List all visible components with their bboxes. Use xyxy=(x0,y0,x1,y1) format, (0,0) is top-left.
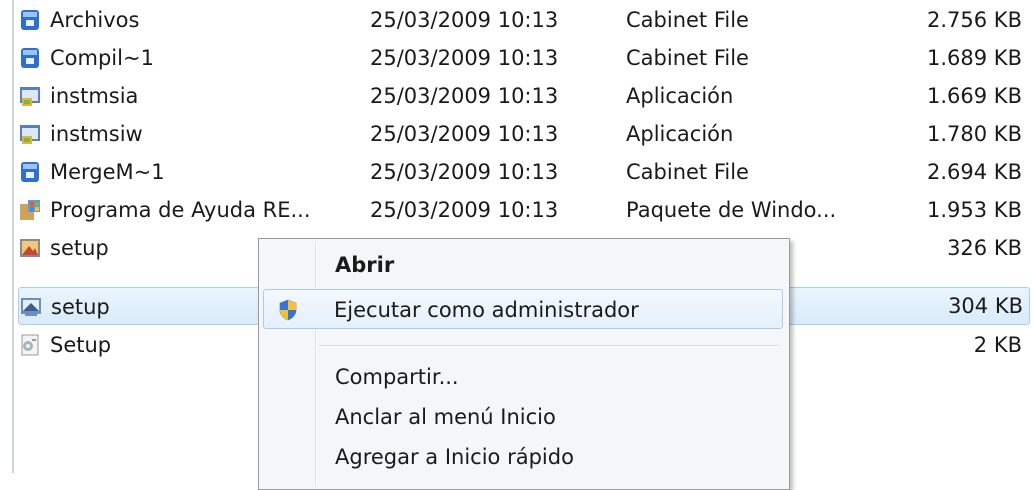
menu-item-anclar-menu-inicio[interactable]: Anclar al menú Inicio xyxy=(261,397,785,437)
setup-app-icon xyxy=(21,298,41,316)
windows-installer-package-icon xyxy=(20,200,40,220)
menu-item-abrir[interactable]: Abrir xyxy=(261,245,785,285)
file-size: 2.756 KB xyxy=(927,8,1022,32)
file-date: 25/03/2009 10:13 xyxy=(370,8,559,32)
setup-image-icon xyxy=(20,239,40,257)
file-date: 25/03/2009 10:13 xyxy=(370,122,559,146)
menu-item-agregar-inicio-rapido[interactable]: Agregar a Inicio rápido xyxy=(261,437,785,477)
file-type: Aplicación xyxy=(626,84,734,108)
file-row-instmsia[interactable]: instmsia 25/03/2009 10:13 Aplicación 1.6… xyxy=(18,77,1030,115)
file-date: 25/03/2009 10:13 xyxy=(370,46,559,70)
file-row-mergem[interactable]: MergeM~1 25/03/2009 10:13 Cabinet File 2… xyxy=(18,153,1030,191)
file-name: instmsia xyxy=(50,84,139,108)
file-type: Aplicación xyxy=(626,122,734,146)
file-row-archivos[interactable]: Archivos 25/03/2009 10:13 Cabinet File 2… xyxy=(18,1,1030,39)
file-name: instmsiw xyxy=(50,122,143,146)
menu-item-compartir[interactable]: Compartir... xyxy=(261,357,785,397)
file-name: Compil~1 xyxy=(50,46,154,70)
file-name: setup xyxy=(51,295,110,319)
menu-item-ejecutar-como-administrador[interactable]: Ejecutar como administrador xyxy=(263,289,783,329)
file-type: Cabinet File xyxy=(626,46,749,70)
file-type: Cabinet File xyxy=(626,8,749,32)
cabinet-file-icon xyxy=(21,162,39,182)
file-row-programa-ayuda[interactable]: Programa de Ayuda RE... 25/03/2009 10:13… xyxy=(18,191,1030,229)
file-name: Archivos xyxy=(50,8,140,32)
file-size: 1.953 KB xyxy=(927,198,1022,222)
uac-shield-icon xyxy=(279,299,297,321)
file-size: 326 KB xyxy=(947,236,1022,260)
file-size: 304 KB xyxy=(948,294,1023,318)
file-date: 25/03/2009 10:13 xyxy=(370,160,559,184)
menu-item-label: Agregar a Inicio rápido xyxy=(335,445,574,469)
menu-item-label: Compartir... xyxy=(335,365,459,389)
file-size: 2.694 KB xyxy=(927,160,1022,184)
file-type: Cabinet File xyxy=(626,160,749,184)
pane-border xyxy=(12,0,14,473)
file-size: 1.780 KB xyxy=(927,122,1022,146)
cabinet-file-icon xyxy=(21,10,39,30)
cabinet-file-icon xyxy=(21,48,39,68)
menu-item-label: Abrir xyxy=(335,253,395,277)
config-settings-icon xyxy=(21,334,39,356)
file-date: 25/03/2009 10:13 xyxy=(370,84,559,108)
context-menu: Abrir Ejecutar como administrador Compar… xyxy=(258,238,790,490)
file-date: 25/03/2009 10:13 xyxy=(370,198,559,222)
file-name: MergeM~1 xyxy=(50,160,165,184)
file-name: Setup xyxy=(50,333,112,357)
file-row-compil[interactable]: Compil~1 25/03/2009 10:13 Cabinet File 1… xyxy=(18,39,1030,77)
installer-app-icon xyxy=(20,125,40,144)
installer-app-icon xyxy=(20,87,40,106)
file-name: Programa de Ayuda RE... xyxy=(50,198,311,222)
menu-item-label: Anclar al menú Inicio xyxy=(335,405,556,429)
file-row-instmsiw[interactable]: instmsiw 25/03/2009 10:13 Aplicación 1.7… xyxy=(18,115,1030,153)
file-size: 1.669 KB xyxy=(927,84,1022,108)
file-size: 2 KB xyxy=(973,333,1022,357)
file-size: 1.689 KB xyxy=(927,46,1022,70)
file-name: setup xyxy=(50,236,109,260)
file-type: Paquete de Windo... xyxy=(626,198,837,222)
menu-item-label: Ejecutar como administrador xyxy=(334,298,639,322)
